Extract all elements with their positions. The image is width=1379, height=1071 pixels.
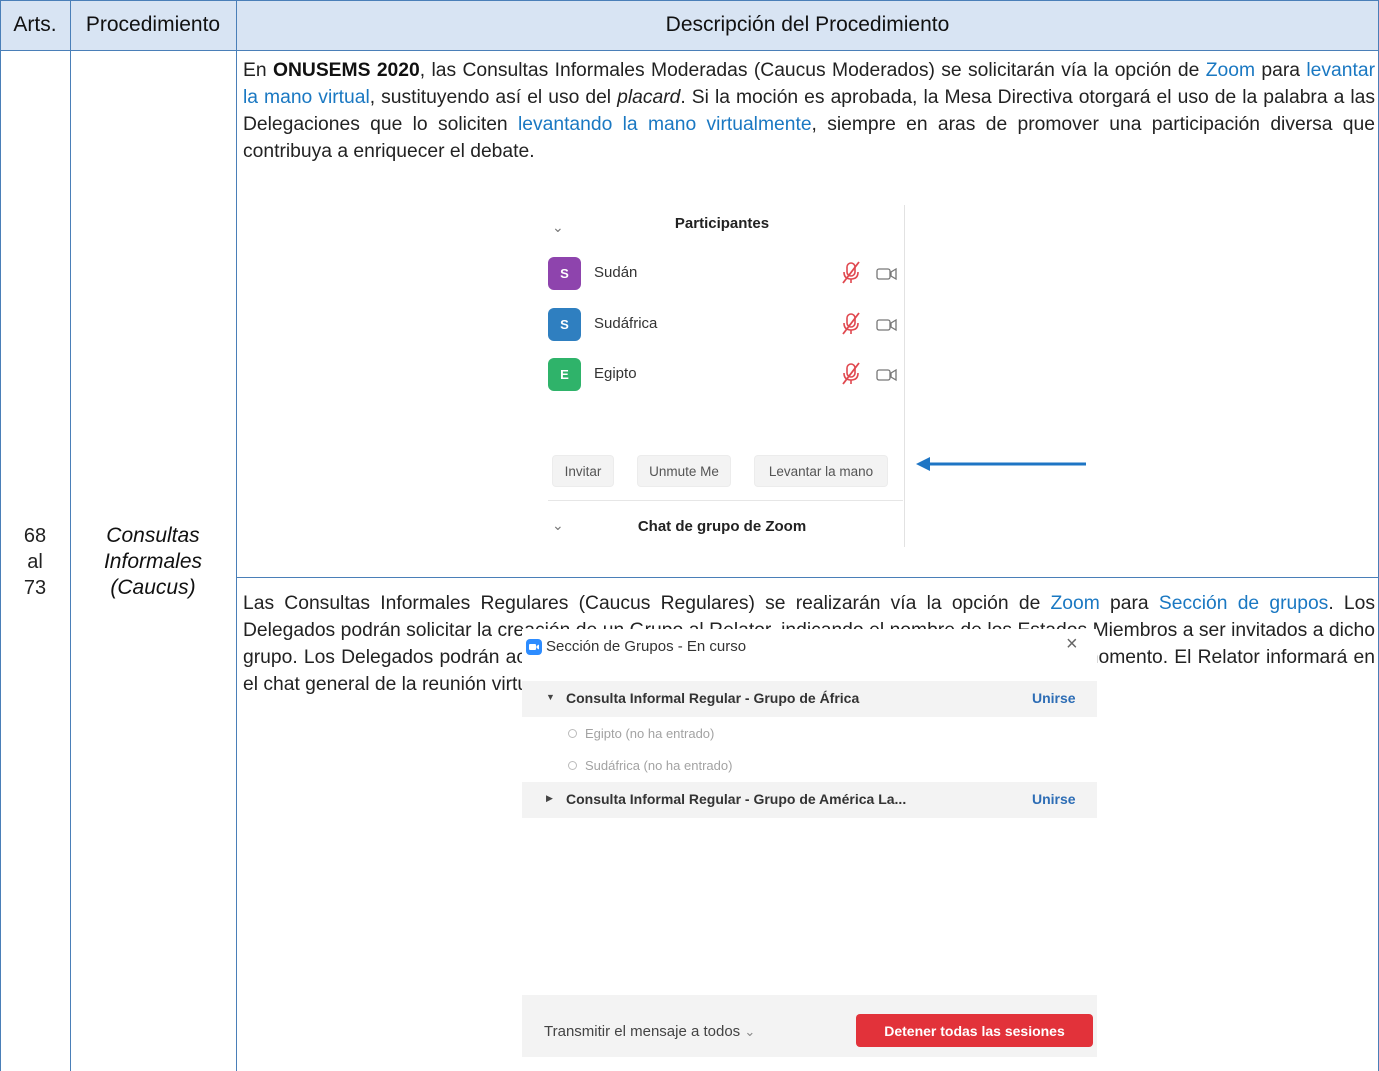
panel-edge: [904, 205, 905, 547]
expand-arrow-icon[interactable]: ▼: [546, 692, 555, 702]
participant-name: Sudán: [594, 264, 638, 281]
zoom-participants-panel: ⌄ Participantes S Sudán S Sudáfrica E Eg…: [538, 205, 906, 547]
procedure-name-cell: Consultas Informales (Caucus): [70, 523, 236, 601]
unmute-me-button[interactable]: Unmute Me: [637, 455, 731, 487]
articles-start: 68: [23, 525, 47, 547]
breakout-title: Sección de Grupos - En curso: [546, 638, 747, 655]
group-member: Sudáfrica (no ha entrado): [568, 758, 732, 773]
camera-off-icon[interactable]: [876, 267, 898, 281]
pointer-arrow-icon: [916, 457, 1086, 471]
stop-all-sessions-button[interactable]: Detener todas las sesiones: [856, 1014, 1093, 1047]
avatar: E: [548, 358, 581, 391]
muted-mic-icon[interactable]: [840, 261, 862, 285]
group-name: Consulta Informal Regular - Grupo de Áfr…: [566, 690, 860, 706]
participant-row[interactable]: S Sudán: [548, 255, 908, 291]
breakout-rooms-panel: Sección de Grupos - En curso × ▼ Consult…: [522, 629, 1097, 1057]
collapse-arrow-icon[interactable]: ▶: [546, 793, 553, 804]
header-arts: Arts.: [13, 13, 57, 36]
participant-name: Sudáfrica: [594, 315, 658, 332]
procedure-table: Arts. Procedimiento Descripción del Proc…: [0, 0, 1379, 1071]
header-procedimiento: Procedimiento: [85, 13, 221, 36]
articles-connector: al: [27, 551, 43, 573]
broadcast-dropdown[interactable]: Transmitir el mensaje a todos ⌄: [544, 1023, 755, 1040]
status-dot-icon: [568, 761, 577, 771]
moderated-caucus-paragraph: En ONUSEMS 2020, las Consultas Informale…: [243, 57, 1375, 165]
chevron-down-icon: ⌄: [744, 1024, 756, 1039]
member-name: Egipto (no ha entrado): [585, 726, 715, 741]
group-member: Egipto (no ha entrado): [568, 726, 714, 741]
zoom-highlight: Zoom: [1050, 593, 1100, 614]
camera-off-icon[interactable]: [876, 368, 898, 382]
procedure-name-line2: Informales: [103, 550, 203, 573]
text-run: Las Consultas Informales Regulares (Cauc…: [243, 593, 1051, 614]
conference-name: ONUSEMS 2020: [272, 60, 420, 81]
text-run: En: [243, 60, 273, 81]
member-name: Sudáfrica (no ha entrado): [585, 758, 733, 773]
group-chat-title: Chat de grupo de Zoom: [637, 518, 807, 535]
group-name: Consulta Informal Regular - Grupo de Amé…: [566, 791, 907, 807]
procedure-name-line3: (Caucus): [110, 576, 196, 599]
procedure-name-line1: Consultas: [106, 524, 200, 547]
zoom-logo-icon: [526, 639, 542, 655]
text-run: para: [1099, 593, 1159, 614]
raising-hand-highlight: levantando la mano virtualmente: [517, 114, 812, 135]
zoom-highlight: Zoom: [1205, 60, 1256, 81]
close-icon[interactable]: ×: [1066, 633, 1078, 656]
avatar: S: [548, 308, 581, 341]
invite-button[interactable]: Invitar: [552, 455, 614, 487]
breakout-rooms-highlight: Sección de grupos: [1158, 593, 1329, 614]
text-run: para: [1255, 60, 1307, 81]
status-dot-icon: [568, 729, 577, 739]
participants-title: Participantes: [674, 215, 770, 232]
breakout-footer: Transmitir el mensaje a todos ⌄ Detener …: [522, 995, 1097, 1057]
avatar: S: [548, 257, 581, 290]
broadcast-label: Transmitir el mensaje a todos: [544, 1023, 741, 1040]
participant-name: Egipto: [594, 365, 637, 382]
join-button[interactable]: Unirse: [1032, 690, 1076, 706]
muted-mic-icon[interactable]: [840, 312, 862, 336]
camera-off-icon[interactable]: [876, 318, 898, 332]
header-descripcion: Descripción del Procedimiento: [665, 13, 950, 36]
articles-cell: 68 al 73: [0, 523, 70, 601]
join-button[interactable]: Unirse: [1032, 791, 1076, 807]
articles-end: 73: [23, 577, 47, 599]
muted-mic-icon[interactable]: [840, 362, 862, 386]
placard-term: placard: [617, 87, 681, 108]
column-divider-2: [236, 0, 237, 1071]
participant-row[interactable]: S Sudáfrica: [548, 306, 908, 342]
text-run: , las Consultas Informales Moderadas (Ca…: [419, 60, 1206, 81]
panel-divider: [548, 500, 903, 501]
raise-hand-button[interactable]: Levantar la mano: [754, 455, 888, 487]
description-row-divider: [236, 577, 1379, 578]
text-run: , sustituyendo así el uso del: [369, 87, 618, 108]
participant-row[interactable]: E Egipto: [548, 356, 908, 392]
breakout-group-row[interactable]: ▶ Consulta Informal Regular - Grupo de A…: [522, 782, 1097, 818]
header-divider: [0, 50, 1379, 51]
breakout-group-row[interactable]: ▼ Consulta Informal Regular - Grupo de Á…: [522, 681, 1097, 717]
